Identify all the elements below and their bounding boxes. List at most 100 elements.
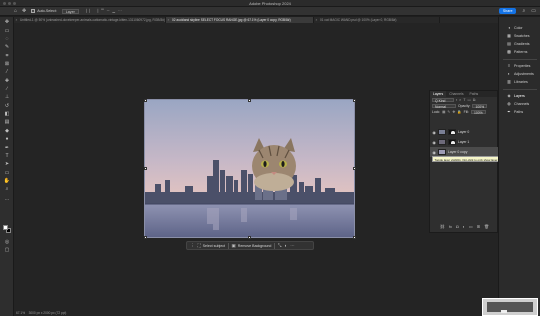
align-left-icon[interactable]: ▕ [84, 9, 87, 13]
lasso-tool-icon[interactable]: ◌ [3, 36, 11, 42]
auto-select-option[interactable]: Auto-Select: [31, 9, 57, 13]
gradient-tool-icon[interactable]: ▤ [3, 119, 11, 125]
transform-icon[interactable]: ⤡ [278, 243, 282, 248]
kind-filter-dropdown[interactable]: Q Kind [432, 97, 454, 103]
more-icon[interactable]: ··· [290, 243, 295, 248]
dock-item-channels[interactable]: ◍ Channels [507, 101, 529, 107]
transform-handle[interactable] [143, 167, 147, 170]
hand-tool-icon[interactable]: ✋ [3, 178, 11, 184]
visibility-eye-icon[interactable]: ◉ [432, 140, 436, 145]
select-subject-button[interactable]: ⛶ Select subject [198, 243, 226, 248]
lock-position-icon[interactable]: ✥ [452, 110, 455, 114]
clone-stamp-tool-icon[interactable]: ⊥ [3, 94, 11, 100]
auto-select-checkbox[interactable] [31, 9, 36, 13]
pen-tool-icon[interactable]: ✒ [3, 145, 11, 151]
tab-paths[interactable]: Paths [467, 91, 482, 97]
layer-mask-thumbnail[interactable] [448, 129, 456, 135]
move-tool-icon[interactable]: ✥ [22, 7, 26, 16]
dock-item-patterns[interactable]: ▩ Patterns [507, 49, 527, 55]
transform-handle[interactable] [248, 98, 251, 102]
lock-transparent-icon[interactable]: ▦ [442, 110, 445, 114]
align-bottom-icon[interactable]: ▁ [112, 9, 115, 13]
filter-type-icon[interactable]: T [463, 98, 465, 102]
move-tool-icon[interactable]: ✥ [3, 19, 11, 25]
blur-tool-icon[interactable]: ◆ [3, 128, 11, 134]
share-button[interactable]: Share [498, 8, 517, 14]
dock-item-layers[interactable]: ◈ Layers [507, 93, 524, 99]
remove-background-button[interactable]: ▣ Remove Background [232, 243, 272, 249]
dock-item-gradients[interactable]: ▤ Gradients [507, 41, 529, 47]
lock-image-icon[interactable]: ✎ [447, 110, 450, 114]
zoom-tool-icon[interactable]: ⌕ [3, 186, 11, 192]
document-canvas[interactable] [144, 99, 355, 238]
align-right-icon[interactable]: ▕ [95, 9, 98, 13]
layer-style-icon[interactable]: fx [449, 224, 452, 230]
foreground-color-swatch[interactable] [3, 225, 8, 230]
blend-mode-dropdown[interactable]: Normal [432, 103, 456, 109]
layer-name[interactable]: Layer 0 copy [448, 150, 467, 154]
dock-item-adjustments[interactable]: ◐ Adjustments [507, 71, 534, 77]
dock-item-color[interactable]: ◑ Color [507, 25, 523, 31]
navigator-view-box[interactable] [501, 310, 507, 313]
artboard-tool-icon[interactable]: ▭ [3, 28, 11, 34]
document-info[interactable]: 3000 px x 2000 px (72 ppi) [29, 311, 67, 315]
transform-handle[interactable] [143, 98, 147, 102]
quick-selection-tool-icon[interactable]: ✎ [3, 44, 11, 50]
layer-name[interactable]: Layer 0 [458, 130, 469, 134]
new-group-icon[interactable]: ▭ [469, 224, 473, 230]
home-icon[interactable]: ⌂ [14, 7, 17, 16]
more-options-icon[interactable]: ··· [118, 9, 122, 13]
quick-mask-icon[interactable]: ◎ [3, 239, 11, 245]
adjust-icon[interactable]: ◐ [284, 243, 287, 248]
navigator-thumbnail[interactable] [482, 298, 538, 316]
search-icon[interactable]: ⌕ [522, 7, 525, 16]
transform-handle[interactable] [352, 167, 356, 170]
tab-layers[interactable]: Layers [430, 91, 447, 97]
dock-item-swatches[interactable]: ▦ Swatches [507, 33, 529, 39]
frame-tool-icon[interactable]: ⊠ [3, 61, 11, 67]
layer-name[interactable]: Layer 1 [458, 140, 469, 144]
lock-all-icon[interactable]: 🔒 [457, 110, 461, 114]
add-mask-icon[interactable]: ◘ [456, 224, 458, 230]
history-brush-tool-icon[interactable]: ↺ [3, 103, 11, 109]
tab-channels[interactable]: Channels [446, 91, 466, 97]
screen-mode-icon[interactable]: ▢ [3, 247, 11, 253]
layer-mask-thumbnail[interactable] [448, 139, 456, 145]
visibility-eye-icon[interactable]: ◉ [432, 150, 436, 155]
layer-row-layer-1[interactable]: ◉ Layer 1 [430, 137, 499, 147]
brush-tool-icon[interactable]: ∕ [3, 86, 11, 92]
transform-handle[interactable] [248, 235, 251, 239]
workspace-icon[interactable]: ▭ [531, 7, 536, 16]
visibility-eye-icon[interactable]: ◉ [432, 130, 436, 135]
auto-select-dropdown[interactable]: Layer [61, 8, 79, 14]
dock-item-libraries[interactable]: ▥ Libraries [507, 79, 528, 85]
dodge-tool-icon[interactable]: ● [3, 136, 11, 142]
new-layer-icon[interactable]: ⊞ [477, 224, 480, 230]
drag-handle-icon[interactable]: ⋮ [190, 243, 195, 249]
adjustment-layer-icon[interactable]: ◐ [462, 224, 464, 230]
healing-brush-tool-icon[interactable]: ✚ [3, 78, 11, 84]
delete-layer-icon[interactable]: 🗑 [484, 224, 489, 230]
link-layers-icon[interactable]: ⛓ [440, 224, 445, 230]
more-tools-icon[interactable]: ··· [3, 197, 11, 203]
align-center-icon[interactable]: ▏ [90, 9, 93, 13]
rectangle-tool-icon[interactable]: ▭ [3, 170, 11, 176]
opacity-input[interactable]: 100% [472, 103, 488, 109]
path-selection-tool-icon[interactable]: ➤ [3, 161, 11, 167]
filter-adjustment-icon[interactable]: ◐ [459, 98, 461, 102]
transform-handle[interactable] [143, 235, 147, 239]
filter-pixel-icon[interactable]: ▪ [456, 98, 457, 102]
align-top-icon[interactable]: ▔ [101, 9, 104, 13]
transform-handle[interactable] [352, 98, 356, 102]
fill-input[interactable]: 100% [470, 109, 486, 115]
eyedropper-tool-icon[interactable]: ⁄ [3, 69, 11, 75]
transform-handle[interactable] [352, 235, 356, 239]
dock-item-properties[interactable]: ≡ Properties [507, 63, 531, 69]
dock-item-paths[interactable]: ✒ Paths [507, 109, 523, 115]
align-middle-icon[interactable]: ─ [107, 9, 110, 13]
layer-row-layer-0[interactable]: ◉ Layer 0 [430, 127, 499, 137]
filter-shape-icon[interactable]: ▭ [468, 98, 471, 102]
zoom-level[interactable]: 67.1% [16, 311, 25, 315]
crop-tool-icon[interactable]: ⌗ [3, 53, 11, 59]
filter-smart-object-icon[interactable]: ⧉ [473, 98, 476, 102]
